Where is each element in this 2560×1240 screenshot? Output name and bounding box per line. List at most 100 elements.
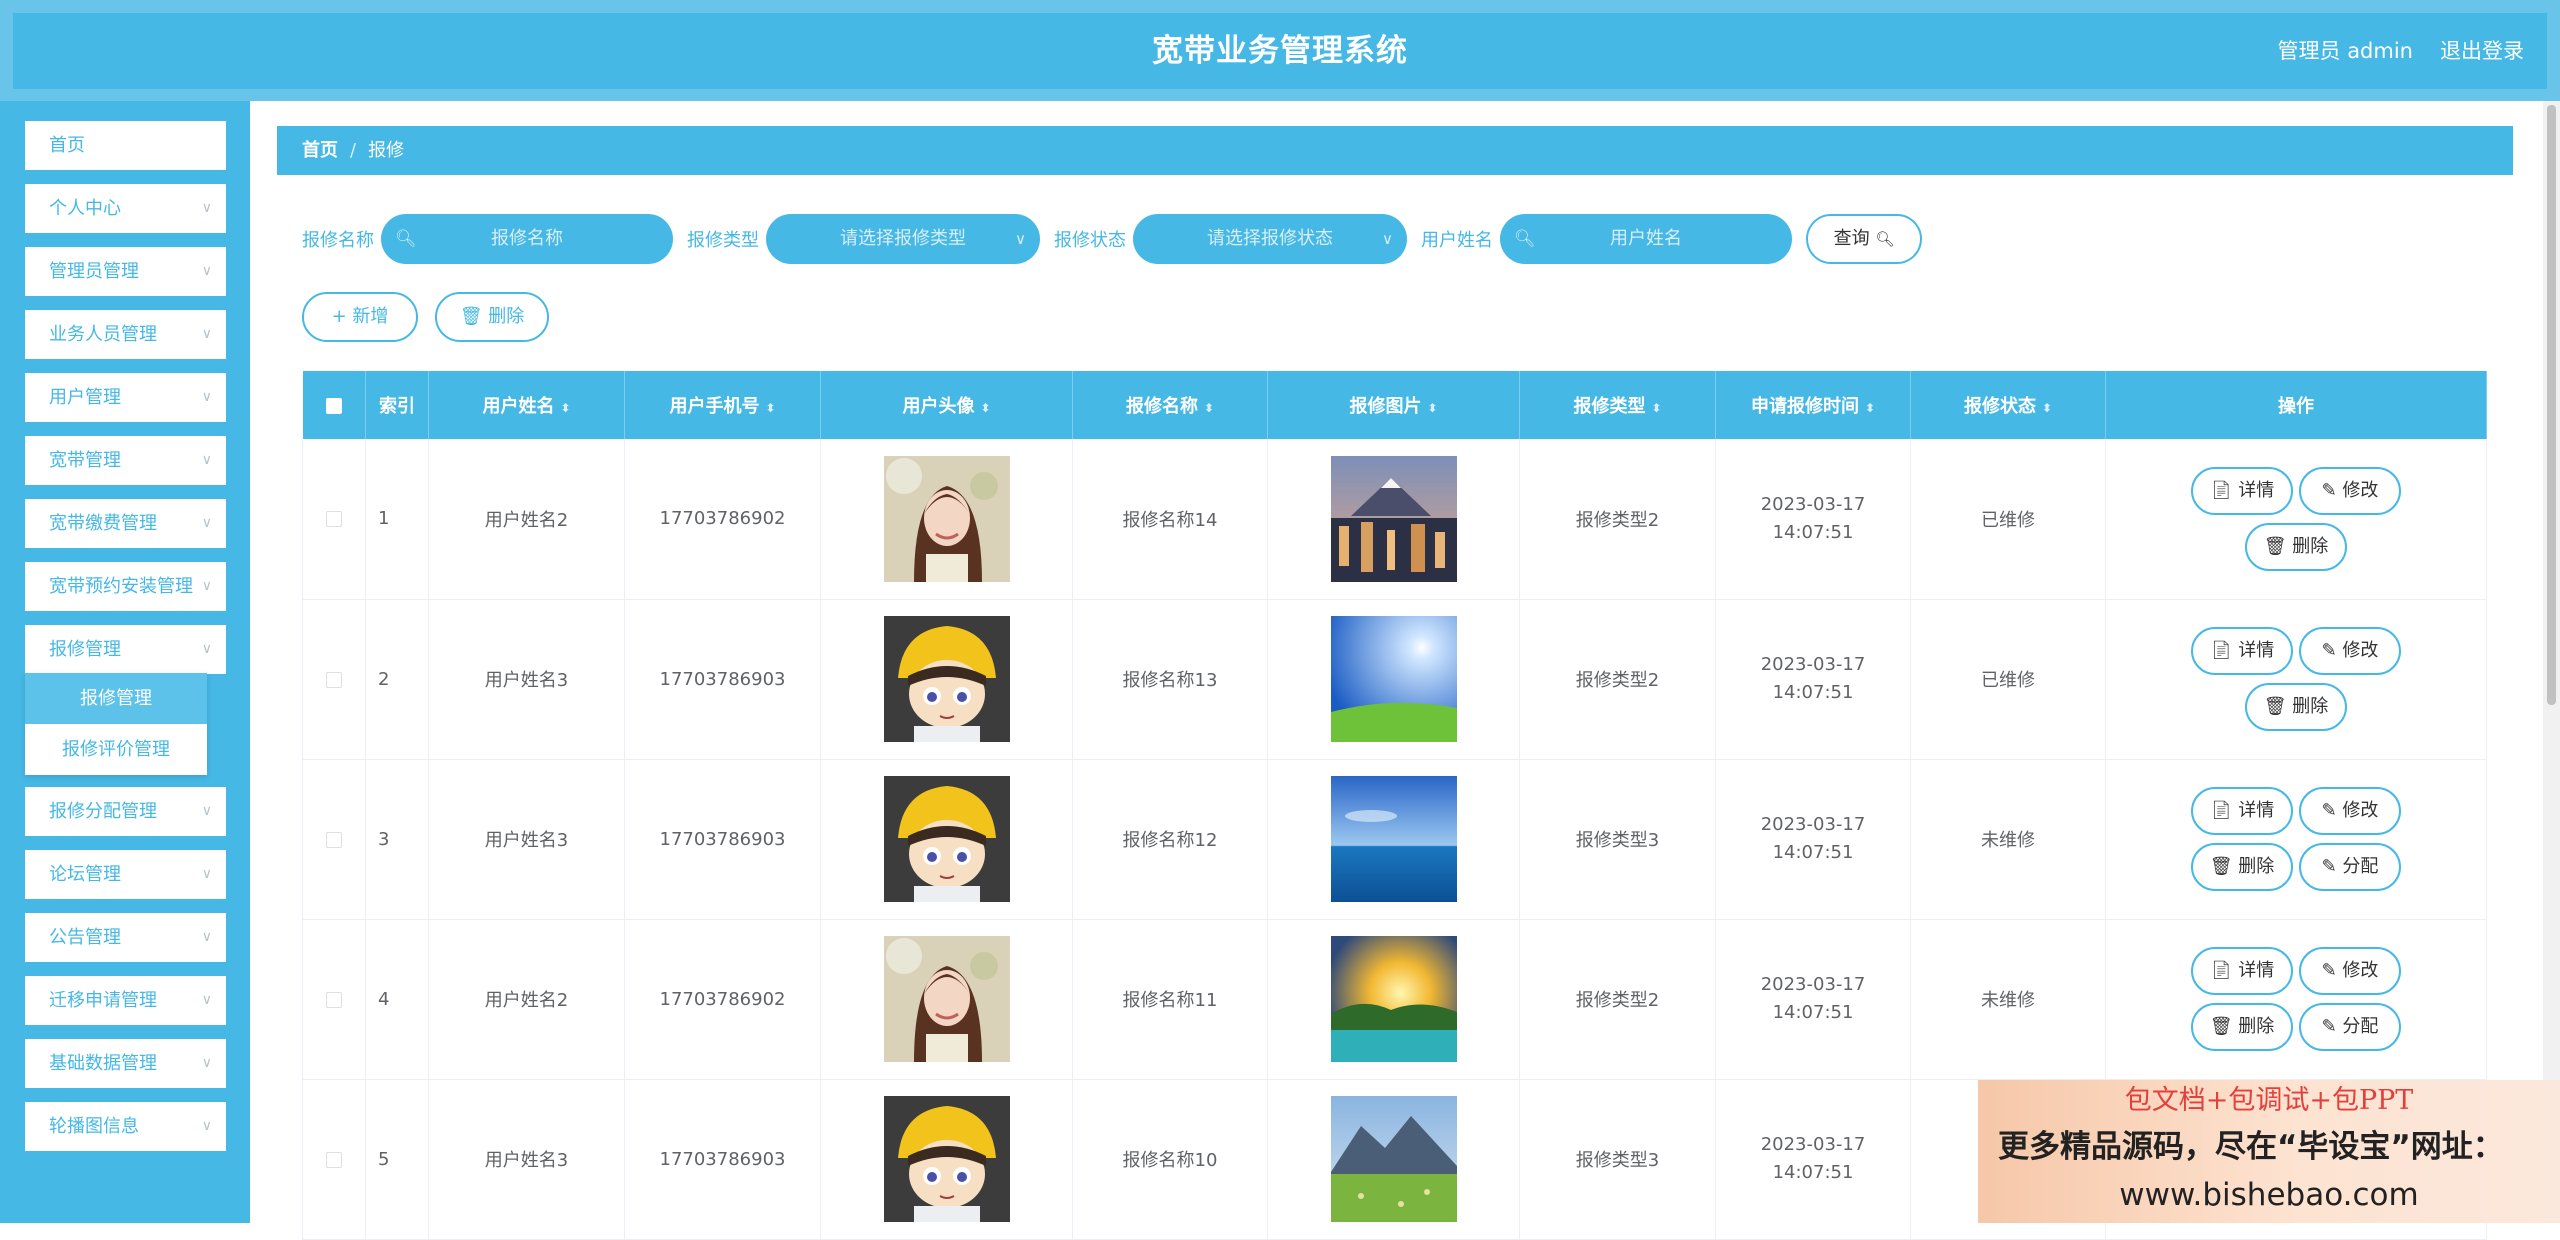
edit-button[interactable]: ✎ 修改 xyxy=(2299,627,2401,675)
sidebar-item[interactable]: 个人中心 ∨ xyxy=(25,184,226,233)
assign-button[interactable]: ✎ 分配 xyxy=(2299,843,2401,891)
detail-label: 详情 xyxy=(2238,800,2275,821)
avatar-image[interactable] xyxy=(883,616,1010,742)
detail-button[interactable]: 📄︎ 详情 xyxy=(2191,466,2293,515)
delete-button[interactable]: 🗑︎ 删除 xyxy=(2245,683,2347,731)
add-button[interactable]: + 新增 xyxy=(302,292,418,342)
avatar-image[interactable] xyxy=(883,455,1010,582)
edit-label: 修改 xyxy=(2342,960,2379,981)
sidebar-item[interactable]: 迁移申请管理 ∨ xyxy=(25,976,226,1025)
sidebar-item-label: 迁移申请管理 xyxy=(49,990,157,1011)
sort-icon[interactable]: ⬍ xyxy=(980,401,990,415)
edit-button[interactable]: ✎ 修改 xyxy=(2299,466,2401,515)
repair-name-input[interactable]: 🔍︎ 报修名称 xyxy=(381,214,673,264)
column-header[interactable]: 用户头像 ⬍ xyxy=(820,371,1073,439)
sort-icon[interactable]: ⬍ xyxy=(2042,401,2052,415)
vertical-scrollbar[interactable] xyxy=(2543,101,2560,1223)
user-name-input[interactable]: 🔍︎ 用户姓名 xyxy=(1500,214,1792,264)
column-header[interactable]: 用户姓名 ⬍ xyxy=(428,371,625,439)
sort-icon[interactable]: ⬍ xyxy=(1865,401,1875,415)
sidebar-item[interactable]: 轮播图信息 ∨ xyxy=(25,1102,226,1151)
batch-delete-button[interactable]: 🗑︎ 删除 xyxy=(435,292,549,342)
chevron-down-icon: ∨ xyxy=(201,1055,212,1071)
row-checkbox[interactable] xyxy=(326,511,342,528)
promo-banner: 包文档+包调试+包PPT 更多精品源码，尽在“毕设宝”网址： www.bishe… xyxy=(1978,1080,2560,1223)
sidebar-item[interactable]: 报修管理 ∨ xyxy=(25,625,226,674)
column-header[interactable]: 报修状态 ⬍ xyxy=(1910,371,2106,439)
operations-cell: 📄︎ 详情 ✎ 修改🗑︎ 删除 ✎ 分配 xyxy=(2105,919,2487,1080)
row-select-cell[interactable] xyxy=(302,599,366,760)
row-select-cell[interactable] xyxy=(302,1079,366,1240)
sidebar-item[interactable]: 基础数据管理 ∨ xyxy=(25,1039,226,1088)
repair-image[interactable] xyxy=(1330,1096,1457,1222)
detail-button[interactable]: 📄︎ 详情 xyxy=(2191,627,2293,675)
document-icon: 📄︎ xyxy=(2209,960,2233,981)
row-checkbox[interactable] xyxy=(326,671,342,688)
submenu-item-repair-manage[interactable]: 报修管理 xyxy=(25,673,207,724)
sidebar-item[interactable]: 业务人员管理 ∨ xyxy=(25,310,226,359)
column-header[interactable]: 用户手机号 ⬍ xyxy=(624,371,821,439)
row-checkbox[interactable] xyxy=(326,991,342,1008)
row-checkbox[interactable] xyxy=(326,831,342,848)
sort-icon[interactable]: ⬍ xyxy=(765,401,775,415)
column-header[interactable]: 报修图片 ⬍ xyxy=(1267,371,1520,439)
sidebar-item[interactable]: 宽带管理 ∨ xyxy=(25,436,226,485)
delete-button[interactable]: 🗑︎ 删除 xyxy=(2245,522,2347,571)
row-select-cell[interactable] xyxy=(302,919,366,1080)
select-all-checkbox[interactable] xyxy=(325,397,342,414)
repair-image[interactable] xyxy=(1330,936,1457,1062)
chevron-down-icon: ∨ xyxy=(1015,230,1026,248)
submenu-item-repair-review[interactable]: 报修评价管理 xyxy=(25,724,207,775)
avatar-image[interactable] xyxy=(883,1096,1010,1222)
repair-image-cell xyxy=(1267,759,1520,920)
row-select-cell[interactable] xyxy=(302,439,366,600)
operations-cell: 📄︎ 详情 ✎ 修改🗑︎ 删除 ✎ 分配 xyxy=(2105,759,2487,920)
sidebar-item[interactable]: 用户管理 ∨ xyxy=(25,373,226,422)
user-name-cell: 用户姓名3 xyxy=(428,1079,625,1240)
row-select-cell[interactable] xyxy=(302,759,366,920)
repair-image[interactable] xyxy=(1330,616,1457,742)
repair-image[interactable] xyxy=(1330,455,1457,582)
index-cell: 2 xyxy=(365,599,429,760)
delete-button[interactable]: 🗑︎ 删除 xyxy=(2191,1003,2293,1051)
column-title: 操作 xyxy=(2278,396,2314,417)
sidebar-item[interactable]: 公告管理 ∨ xyxy=(25,913,226,962)
sort-icon[interactable]: ⬍ xyxy=(1204,401,1214,415)
scrollbar-thumb[interactable] xyxy=(2547,105,2556,705)
select-all-header[interactable] xyxy=(302,371,366,439)
detail-button[interactable]: 📄︎ 详情 xyxy=(2191,787,2293,835)
time-cell: 2023-03-17 14:07:51 xyxy=(1715,439,1911,600)
repair-image[interactable] xyxy=(1330,776,1457,902)
delete-button[interactable]: 🗑︎ 删除 xyxy=(2191,843,2293,891)
avatar-image[interactable] xyxy=(883,776,1010,902)
sidebar-item[interactable]: 报修分配管理 ∨ xyxy=(25,787,226,836)
edit-label: 修改 xyxy=(2342,640,2379,661)
detail-button[interactable]: 📄︎ 详情 xyxy=(2191,947,2293,995)
breadcrumb-home[interactable]: 首页 xyxy=(302,140,338,161)
sidebar-item-label: 首页 xyxy=(49,135,85,156)
sidebar-item[interactable]: 宽带缴费管理 ∨ xyxy=(25,499,226,548)
search-icon: 🔍︎ xyxy=(1875,230,1895,248)
avatar-image[interactable] xyxy=(883,936,1010,1062)
assign-button[interactable]: ✎ 分配 xyxy=(2299,1003,2401,1051)
sidebar-item[interactable]: 管理员管理 ∨ xyxy=(25,247,226,296)
sidebar-item[interactable]: 论坛管理 ∨ xyxy=(25,850,226,899)
sidebar-item[interactable]: 首页 xyxy=(25,121,226,170)
sort-icon[interactable]: ⬍ xyxy=(1651,401,1661,415)
repair-type-select[interactable]: 请选择报修类型 ∨ xyxy=(766,214,1040,264)
column-header[interactable]: 报修类型 ⬍ xyxy=(1519,371,1716,439)
sort-icon[interactable]: ⬍ xyxy=(560,401,570,415)
repair-status-select[interactable]: 请选择报修状态 ∨ xyxy=(1133,214,1407,264)
column-title: 报修名称 xyxy=(1125,396,1198,417)
column-header[interactable]: 申请报修时间 ⬍ xyxy=(1715,371,1911,439)
sort-icon[interactable]: ⬍ xyxy=(1427,401,1437,415)
column-header[interactable]: 报修名称 ⬍ xyxy=(1072,371,1268,439)
edit-button[interactable]: ✎ 修改 xyxy=(2299,787,2401,835)
edit-button[interactable]: ✎ 修改 xyxy=(2299,947,2401,995)
logout-link[interactable]: 退出登录 xyxy=(2440,13,2524,89)
sidebar-item[interactable]: 宽带预约安装管理 ∨ xyxy=(25,562,226,611)
phone-cell: 17703786902 xyxy=(624,439,821,600)
query-button[interactable]: 查询 🔍︎ xyxy=(1806,214,1922,264)
row-checkbox[interactable] xyxy=(326,1151,342,1168)
repair-name-placeholder: 报修名称 xyxy=(491,228,563,249)
